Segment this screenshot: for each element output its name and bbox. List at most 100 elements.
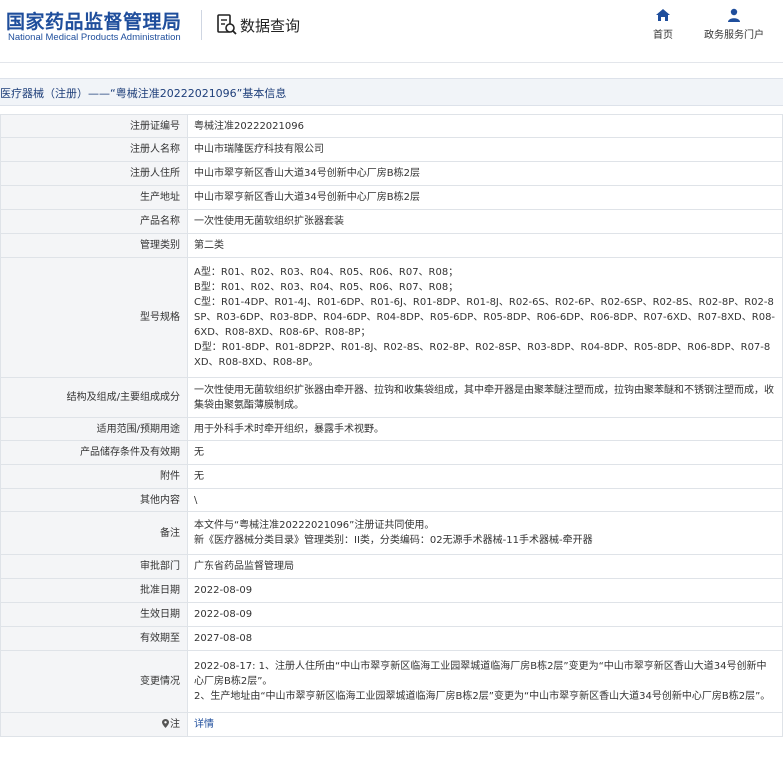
row-value: 一次性使用无菌软组织扩张器由牵开器、拉钩和收集袋组成，其中牵开器是由聚苯醚注塑而…: [187, 377, 783, 418]
row-value-line: 中山市翠亨新区香山大道34号创新中心厂房B栋2层: [194, 168, 420, 179]
row-value-line: 新《医疗器械分类目录》管理类别：II类，分类编码：02无源手术器械-11手术器械…: [194, 535, 593, 546]
table-row: 产品名称 一次性使用无菌软组织扩张器套装: [0, 209, 783, 234]
header-divider: [201, 10, 202, 40]
table-row: 型号规格 A型：R01、R02、R03、R04、R05、R06、R07、R08； B…: [0, 257, 783, 378]
row-value-line: 广东省药品监督管理局: [194, 561, 294, 572]
row-label: 适用范围/预期用途: [0, 417, 188, 441]
nav-gov-portal[interactable]: 政务服务门户: [700, 8, 768, 41]
row-value: 无: [187, 440, 783, 465]
info-table-body: 注册证编号 粤械注准20222021096 注册人名称 中山市瑞隆医疗科技有限公司 注册…: [0, 114, 783, 737]
row-value-line: 用于外科手术时牵开组织，暴露手术视野。: [194, 423, 384, 435]
data-query-link[interactable]: 数据查询: [216, 12, 300, 38]
row-value-line: 2022-08-09: [194, 609, 253, 620]
row-value-line: \: [194, 494, 198, 506]
row-value-line: 2022-08-17: 1、注册人住所由“中山市翠亨新区临海工业园翠城道临海厂房…: [194, 661, 767, 687]
row-value-line: 一次性使用无菌软组织扩张器由牵开器、拉钩和收集袋组成，其中牵开器是由聚苯醚注塑而…: [194, 384, 774, 411]
row-value-line: 粤械注准20222021096: [194, 120, 304, 132]
row-value-line: 无: [194, 471, 204, 482]
user-icon: [728, 8, 740, 22]
info-table: 注册证编号 粤械注准20222021096 注册人名称 中山市瑞隆医疗科技有限公司 注册…: [0, 114, 783, 737]
table-row: 生产地址 中山市翠亨新区香山大道34号创新中心厂房B栋2层: [0, 185, 783, 210]
row-value: 中山市翠亨新区香山大道34号创新中心厂房B栋2层: [187, 185, 783, 210]
page-title: 医疗器械（注册）——“粤械注准20222021096”基本信息: [0, 87, 287, 100]
row-value-line: 2027-08-08: [194, 633, 253, 644]
table-row: 有效期至 2027-08-08: [0, 626, 783, 651]
row-value-line: 一次性使用无菌软组织扩张器套装: [194, 216, 344, 227]
table-row: 适用范围/预期用途 用于外科手术时牵开组织，暴露手术视野。: [0, 417, 783, 441]
table-row: 批准日期 2022-08-09: [0, 578, 783, 603]
row-value-line: C型：R01-4DP、R01-4J、R01-6DP、R01-6J、R01-8DP…: [194, 297, 776, 338]
row-value-line: 本文件与“粤械注准20222021096”注册证共同使用。: [194, 520, 435, 531]
row-label: 有效期至: [0, 626, 188, 651]
table-row: 管理类别 第二类: [0, 233, 783, 258]
row-value: 中山市翠亨新区香山大道34号创新中心厂房B栋2层: [187, 161, 783, 186]
row-label: 注册人住所: [0, 161, 188, 186]
row-value: 一次性使用无菌软组织扩张器套装: [187, 209, 783, 234]
row-label: 变更情况: [0, 650, 188, 713]
note-label-cell: 注: [0, 712, 188, 737]
row-value: 第二类: [187, 233, 783, 258]
row-value: 2022-08-17: 1、注册人住所由“中山市翠亨新区临海工业园翠城道临海厂房…: [187, 650, 783, 713]
row-value-line: 2、生产地址由“中山市翠亨新区临海工业园翠城道临海厂房B栋2层”变更为“中山市翠…: [194, 691, 771, 702]
note-label: 注: [170, 719, 180, 730]
table-row: 备注 本文件与“粤械注准20222021096”注册证共同使用。新《医疗器械分类目…: [0, 511, 783, 555]
row-label: 备注: [0, 511, 188, 555]
nav-home-label: 首页: [653, 30, 673, 41]
row-value: 2022-08-09: [187, 602, 783, 627]
row-label: 注册人名称: [0, 137, 188, 162]
table-row: 注册证编号 粤械注准20222021096: [0, 114, 783, 138]
logo-title[interactable]: 国家药品监督管理局: [6, 7, 182, 34]
logo-subtitle: National Medical Products Administration: [8, 32, 181, 43]
row-value: 中山市瑞隆医疗科技有限公司: [187, 137, 783, 162]
row-label: 注册证编号: [0, 114, 188, 138]
note-value: 详情: [187, 712, 783, 737]
row-value-line: A型：R01、R02、R03、R04、R05、R06、R07、R08；: [194, 267, 459, 278]
row-label: 审批部门: [0, 554, 188, 579]
row-label: 管理类别: [0, 233, 188, 258]
search-document-icon: [217, 14, 237, 35]
row-label: 批准日期: [0, 578, 188, 603]
row-value: 用于外科手术时牵开组织，暴露手术视野。: [187, 417, 783, 441]
row-value-line: 中山市瑞隆医疗科技有限公司: [194, 144, 324, 155]
home-icon: [656, 9, 670, 21]
row-value: 2027-08-08: [187, 626, 783, 651]
nav-gov-label: 政务服务门户: [704, 30, 764, 41]
nav-home[interactable]: 首页: [648, 8, 678, 41]
details-link[interactable]: 详情: [194, 719, 214, 730]
table-row: 附件无: [0, 464, 783, 489]
row-label: 附件: [0, 464, 188, 489]
row-value: 2022-08-09: [187, 578, 783, 603]
data-query-label: 数据查询: [240, 16, 301, 35]
row-value-line: 无: [194, 447, 204, 458]
table-row: 注册人住所 中山市翠亨新区香山大道34号创新中心厂房B栋2层: [0, 161, 783, 186]
title-bar: 医疗器械（注册）——“粤械注准20222021096”基本信息: [0, 78, 783, 106]
table-row: 注册人名称 中山市瑞隆医疗科技有限公司: [0, 137, 783, 162]
row-label: 其他内容: [0, 488, 188, 512]
row-label: 产品名称: [0, 209, 188, 234]
header-bottom-line: [0, 62, 783, 63]
row-value: 无: [187, 464, 783, 489]
row-value: 粤械注准20222021096: [187, 114, 783, 138]
row-value: 广东省药品监督管理局: [187, 554, 783, 579]
table-row: 产品储存条件及有效期无: [0, 440, 783, 465]
location-pin-icon: [162, 719, 169, 728]
table-row: 审批部门 广东省药品监督管理局: [0, 554, 783, 579]
row-value-line: 2022-08-09: [194, 585, 253, 596]
row-label: 型号规格: [0, 257, 188, 378]
table-row: 生效日期 2022-08-09: [0, 602, 783, 627]
note-row: 注 详情: [0, 712, 783, 737]
row-value-line: D型：R01-8DP、R01-8DP2P、R01-8J、R02-8S、R02-8…: [194, 342, 771, 368]
table-row: 其他内容 \: [0, 488, 783, 512]
site-header: 国家药品监督管理局 National Medical Products Admi…: [0, 0, 783, 62]
row-value: 本文件与“粤械注准20222021096”注册证共同使用。新《医疗器械分类目录》…: [187, 511, 783, 555]
row-label: 结构及组成/主要组成成分: [0, 377, 188, 418]
row-label: 生效日期: [0, 602, 188, 627]
row-value-line: 中山市翠亨新区香山大道34号创新中心厂房B栋2层: [194, 192, 420, 203]
row-value: A型：R01、R02、R03、R04、R05、R06、R07、R08； B型：R0…: [187, 257, 783, 378]
row-value-line: 第二类: [194, 240, 224, 251]
row-label: 生产地址: [0, 185, 188, 210]
row-value-line: B型：R01、R02、R03、R04、R05、R06、R07、R08；: [194, 282, 459, 293]
table-row: 变更情况 2022-08-17: 1、注册人住所由“中山市翠亨新区临海工业园翠城道…: [0, 650, 783, 713]
row-value: \: [187, 488, 783, 512]
row-label: 产品储存条件及有效期: [0, 440, 188, 465]
